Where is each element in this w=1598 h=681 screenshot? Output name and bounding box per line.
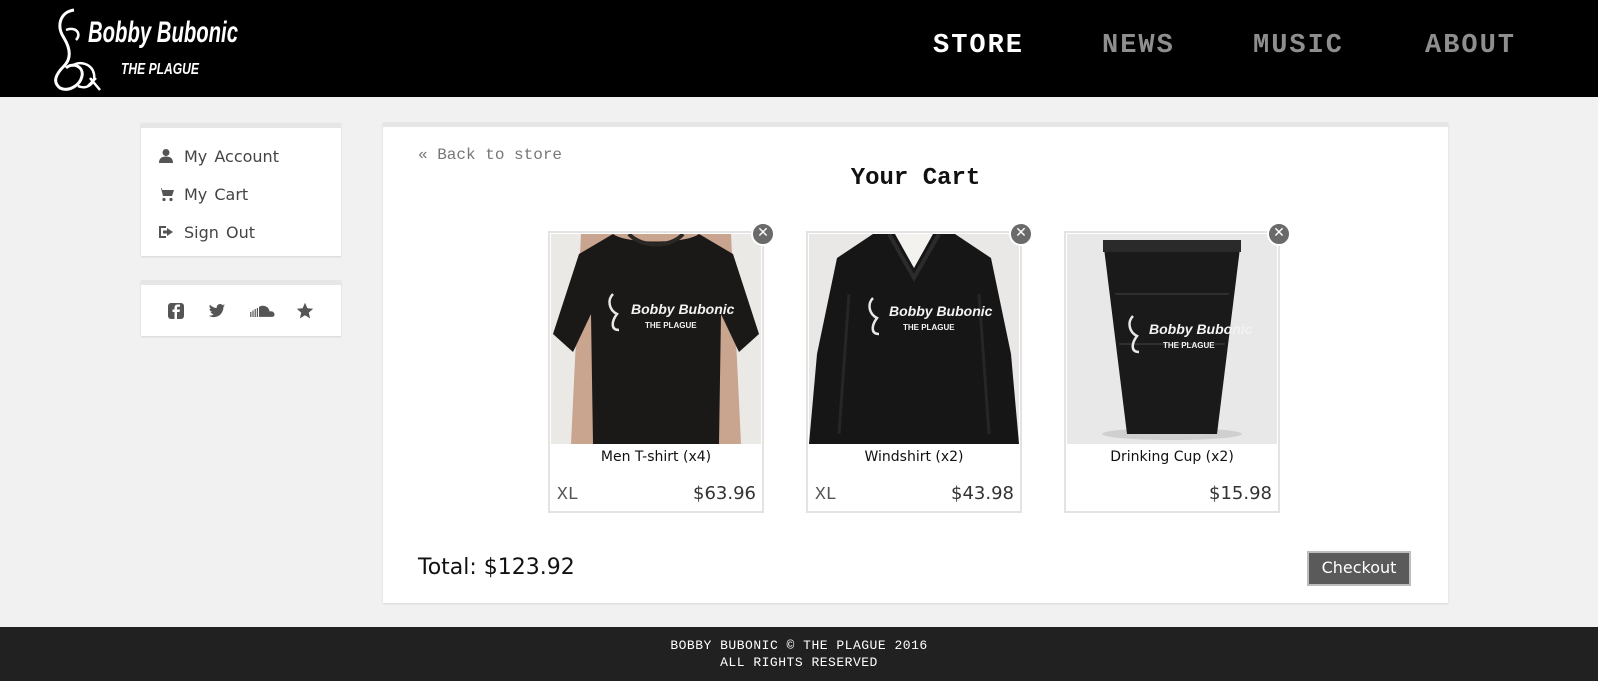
product-name: Windshirt (x2) — [864, 449, 964, 465]
total-value: $123.92 — [483, 555, 575, 580]
checkout-button[interactable]: Checkout — [1307, 551, 1411, 586]
close-icon: ✕ — [1015, 225, 1027, 241]
nav-news[interactable]: NEWS — [1102, 31, 1175, 61]
close-icon: ✕ — [757, 225, 769, 241]
svg-text:THE PLAGUE: THE PLAGUE — [1163, 341, 1215, 350]
cart-item: Bobby Bubonic THE PLAGUE Men T-shirt (x4… — [548, 222, 775, 513]
remove-item-button[interactable]: ✕ — [1267, 222, 1291, 246]
menu-my-account[interactable]: My Account — [158, 144, 279, 168]
menu-my-cart[interactable]: My Cart — [158, 182, 248, 206]
menu-label: Sign Out — [184, 222, 255, 242]
cart-panel: « Back to store Your Cart Bobby Bubonic … — [383, 122, 1448, 603]
footer-rights: ALL RIGHTS RESERVED — [720, 655, 878, 670]
footer-copyright: BOBBY BUBONIC © THE PLAGUE 2016 — [670, 638, 928, 653]
svg-text:THE PLAGUE: THE PLAGUE — [645, 321, 697, 330]
nav-about[interactable]: ABOUT — [1425, 31, 1516, 61]
site-footer: BOBBY BUBONIC © THE PLAGUE 2016 ALL RIGH… — [0, 627, 1598, 681]
menu-label: My Cart — [184, 184, 249, 204]
facebook-icon[interactable] — [167, 302, 185, 320]
site-header: Bobby Bubonic THE PLAGUE STORE NEWS MUSI… — [0, 0, 1598, 97]
remove-item-button[interactable]: ✕ — [751, 222, 775, 246]
soundcloud-icon[interactable] — [249, 302, 275, 320]
cart-item: Bobby Bubonic THE PLAGUE Windshirt (x2) … — [806, 222, 1033, 513]
logo-line2: THE PLAGUE — [121, 61, 200, 78]
product-image-cup[interactable]: Bobby Bubonic THE PLAGUE — [1067, 234, 1277, 444]
nav-store[interactable]: STORE — [933, 31, 1024, 61]
product-size: XL — [815, 485, 837, 505]
sign-out-icon — [159, 226, 173, 238]
remove-item-button[interactable]: ✕ — [1009, 222, 1033, 246]
twitter-icon[interactable] — [208, 302, 226, 320]
star-icon[interactable] — [296, 302, 314, 320]
logo-line1: Bobby Bubonic — [88, 16, 238, 49]
page-title: Your Cart — [850, 165, 981, 192]
user-icon — [159, 149, 173, 163]
cart-item: Bobby Bubonic THE PLAGUE Drinking Cup (x… — [1064, 222, 1291, 513]
cart-icon — [158, 188, 174, 202]
product-price: $63.96 — [693, 483, 756, 504]
social-links — [141, 280, 341, 336]
back-to-store-link[interactable]: « Back to store — [418, 146, 562, 164]
product-image-tshirt[interactable]: Bobby Bubonic THE PLAGUE — [551, 234, 761, 444]
cart-total: Total: $123.92 — [418, 555, 575, 580]
product-name: Drinking Cup (x2) — [1110, 449, 1234, 465]
close-icon: ✕ — [1273, 225, 1285, 241]
menu-sign-out[interactable]: Sign Out — [158, 220, 255, 244]
product-size: XL — [557, 485, 579, 505]
svg-text:Bobby Bubonic: Bobby Bubonic — [631, 301, 735, 317]
product-image-windshirt[interactable]: Bobby Bubonic THE PLAGUE — [809, 234, 1019, 444]
svg-text:Bobby Bubonic: Bobby Bubonic — [1149, 321, 1253, 337]
svg-text:THE PLAGUE: THE PLAGUE — [903, 323, 955, 332]
account-menu: My Account My Cart Sign Out — [141, 123, 341, 256]
product-name: Men T-shirt (x4) — [600, 449, 712, 465]
nav-music[interactable]: MUSIC — [1253, 31, 1344, 61]
product-price: $15.98 — [1209, 483, 1272, 504]
product-price: $43.98 — [951, 483, 1014, 504]
menu-label: My Account — [184, 146, 279, 166]
total-label: Total: — [418, 555, 477, 580]
site-logo[interactable]: Bobby Bubonic THE PLAGUE — [46, 4, 246, 92]
svg-text:Bobby Bubonic: Bobby Bubonic — [889, 303, 993, 319]
